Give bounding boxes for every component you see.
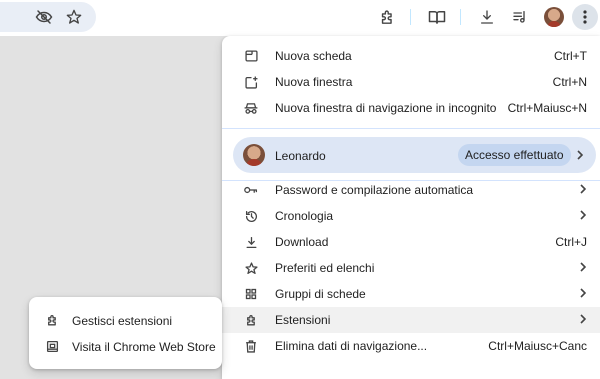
menu-item-label: Nuova finestra	[275, 75, 353, 89]
media-queue-icon[interactable]	[507, 4, 533, 30]
menu-item-label: Password e compilazione automatica	[275, 183, 474, 197]
tab-groups-icon	[244, 287, 258, 301]
menu-item-new-tab[interactable]: Nuova scheda Ctrl+T	[222, 43, 600, 69]
chrome-main-menu: Nuova scheda Ctrl+T Nuova finestra Ctrl+…	[222, 36, 600, 379]
submenu-item-label: Gestisci estensioni	[72, 314, 173, 328]
menu-item-label: Gruppi di schede	[275, 287, 366, 301]
menu-item-label: Elimina dati di navigazione...	[275, 339, 428, 353]
menu-item-shortcut: Ctrl+Maiusc+Canc	[488, 339, 587, 353]
reading-mode-icon[interactable]	[424, 4, 450, 30]
menu-item-tab-groups[interactable]: Gruppi di schede	[222, 281, 600, 307]
chevron-right-icon	[580, 288, 586, 298]
menu-item-shortcut: Ctrl+J	[555, 235, 587, 249]
web-store-icon	[46, 340, 60, 354]
chevron-right-icon	[577, 150, 583, 160]
chevron-right-icon	[580, 184, 586, 194]
browser-toolbar	[0, 0, 600, 36]
menu-item-clear-data[interactable]: Elimina dati di navigazione... Ctrl+Maiu…	[222, 333, 600, 359]
chevron-right-icon	[580, 314, 586, 324]
menu-item-shortcut: Ctrl+Maiusc+N	[507, 101, 587, 115]
more-menu-button[interactable]	[572, 4, 598, 30]
menu-item-shortcut: Ctrl+T	[554, 49, 587, 63]
menu-item-passwords[interactable]: Password e compilazione automatica	[222, 177, 600, 203]
menu-item-label: Preferiti ed elenchi	[275, 261, 375, 275]
menu-item-bookmarks[interactable]: Preferiti ed elenchi	[222, 255, 600, 281]
menu-item-incognito[interactable]: Nuova finestra di navigazione in incogni…	[222, 95, 600, 121]
chevron-right-icon	[580, 210, 586, 220]
menu-item-label: Nuova scheda	[275, 49, 352, 63]
profile-avatar-button[interactable]	[541, 4, 567, 30]
menu-item-download[interactable]: Download Ctrl+J	[222, 229, 600, 255]
download-icon	[244, 235, 258, 249]
submenu-item-web-store[interactable]: Visita il Chrome Web Store	[29, 334, 222, 360]
more-vert-icon	[583, 10, 587, 24]
menu-item-shortcut: Ctrl+N	[552, 75, 587, 89]
signin-status-badge: Accesso effettuato	[458, 144, 571, 166]
submenu-item-label: Visita il Chrome Web Store	[72, 340, 216, 354]
menu-item-history[interactable]: Cronologia	[222, 203, 600, 229]
new-tab-icon	[244, 49, 258, 63]
menu-divider	[222, 128, 600, 129]
chevron-right-icon	[580, 262, 586, 272]
profile-row[interactable]: Leonardo Accesso effettuato	[233, 137, 596, 173]
submenu-item-manage-extensions[interactable]: Gestisci estensioni	[29, 308, 222, 334]
menu-item-extensions[interactable]: Estensioni	[222, 307, 600, 333]
menu-item-label: Cronologia	[275, 209, 334, 223]
menu-item-label: Estensioni	[275, 313, 331, 327]
star-icon	[244, 261, 258, 275]
history-icon	[244, 209, 258, 223]
toolbar-separator	[460, 9, 461, 25]
menu-item-label: Nuova finestra di navigazione in incogni…	[275, 101, 497, 115]
avatar	[243, 144, 265, 166]
extensions-submenu: Gestisci estensioni Visita il Chrome Web…	[29, 297, 222, 369]
trash-icon	[244, 339, 258, 353]
extensions-icon[interactable]	[374, 4, 400, 30]
key-icon	[244, 183, 258, 197]
menu-item-label: Download	[275, 235, 329, 249]
profile-name: Leonardo	[275, 149, 326, 163]
new-window-icon	[244, 75, 258, 89]
incognito-icon	[244, 101, 258, 115]
download-icon[interactable]	[474, 4, 500, 30]
extensions-icon	[244, 313, 258, 327]
extensions-icon	[46, 314, 60, 328]
star-icon[interactable]	[61, 4, 87, 30]
eye-off-icon[interactable]	[31, 4, 57, 30]
avatar	[544, 7, 564, 27]
menu-item-new-window[interactable]: Nuova finestra Ctrl+N	[222, 69, 600, 95]
toolbar-separator	[410, 9, 411, 25]
